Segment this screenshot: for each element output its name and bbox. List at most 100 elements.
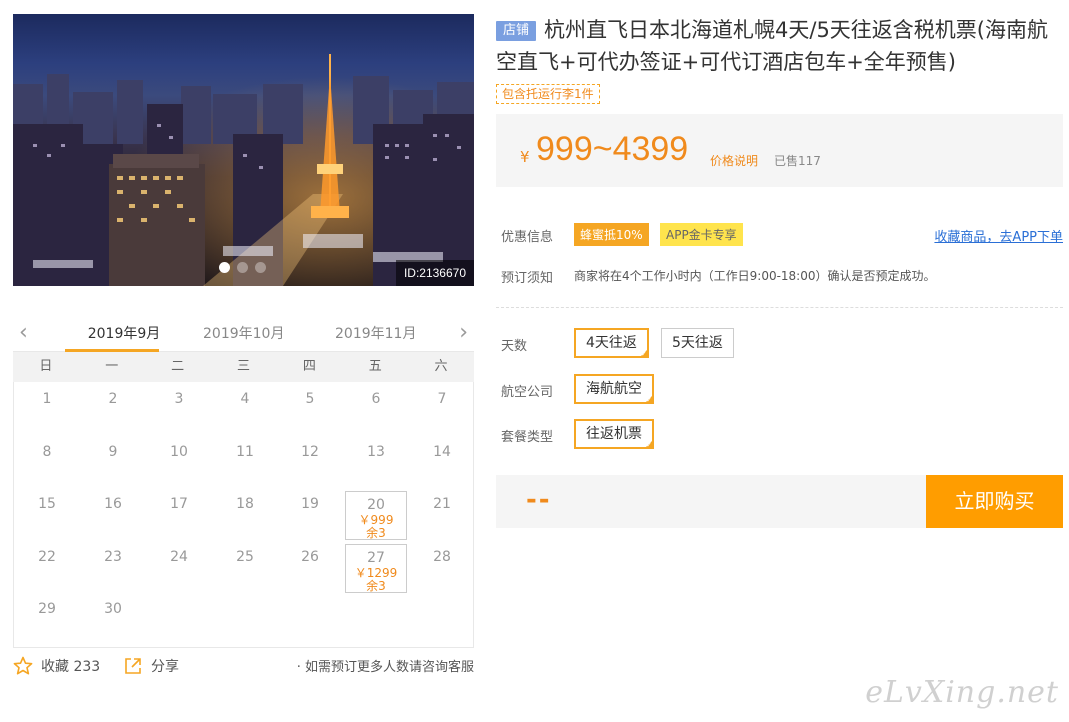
weekday-label: 日 xyxy=(39,359,53,374)
day-number: 2 xyxy=(108,391,118,407)
image-id-badge: ID:2136670 xyxy=(395,260,474,286)
day-number: 21 xyxy=(433,496,451,512)
day-number: 3 xyxy=(174,391,184,407)
calendar-day: 26 xyxy=(279,544,341,593)
day-number: 19 xyxy=(301,496,319,512)
calendar-day-available[interactable]: 20 ￥999 余3 xyxy=(345,491,407,540)
calendar-day: 30 xyxy=(82,596,144,645)
calendar-day: 19 xyxy=(279,491,341,540)
weekday-label: 五 xyxy=(368,359,382,374)
calendar-day: 1 xyxy=(16,386,78,435)
calendar-day: 25 xyxy=(214,544,276,593)
favorite-button[interactable]: 收藏 233 xyxy=(13,656,100,676)
weekday-label: 一 xyxy=(105,359,119,374)
calendar-day: 2 xyxy=(82,386,144,435)
day-number: 29 xyxy=(38,601,56,617)
chevron-left-icon[interactable]: ‹ xyxy=(19,322,28,344)
action-bar: 收藏 233 分享 · 如需预订更多人数请咨询客服 xyxy=(13,656,474,680)
active-month-underline xyxy=(65,349,159,352)
day-number: 12 xyxy=(301,444,319,460)
day-number: 28 xyxy=(433,549,451,565)
favorite-app-link[interactable]: 收藏商品，去APP下单 xyxy=(934,226,1063,245)
favorite-label: 收藏 233 xyxy=(41,659,101,675)
carousel-dot[interactable] xyxy=(255,262,266,273)
city-night-illustration xyxy=(13,14,474,286)
carousel-dot[interactable] xyxy=(237,262,248,273)
calendar-day: 15 xyxy=(16,491,78,540)
day-number: 4 xyxy=(240,391,250,407)
carousel-dots xyxy=(219,262,266,273)
weekday-label: 二 xyxy=(171,359,185,374)
total-price: -- xyxy=(526,485,552,515)
tab-month-sep[interactable]: 2019年9月 xyxy=(77,323,171,343)
day-number: 8 xyxy=(42,444,52,460)
promo-tag-app-gold: APP金卡专享 xyxy=(660,223,743,246)
option-package[interactable]: 往返机票 xyxy=(574,419,654,450)
notice-text: 商家将在4个工作小时内（工作日9:00-18:00）确认是否预定成功。 xyxy=(574,269,936,283)
promo-tag-honey: 蜂蜜抵10% xyxy=(574,223,649,246)
day-number: 23 xyxy=(104,549,122,565)
day-number: 13 xyxy=(367,444,385,460)
calendar-day-grid: 1 2 3 4 5 6 7 8 9 10 11 12 13 14 15 16 17 18 19 20 ￥999 余3 21 2… xyxy=(13,382,474,648)
day-stock: 余3 xyxy=(366,579,386,593)
site-watermark: eLvXing.net xyxy=(865,675,1059,710)
day-number: 1 xyxy=(42,391,52,407)
calendar-day: 3 xyxy=(148,386,210,435)
weekday-header: 日 一 二 三 四 五 六 xyxy=(13,352,474,382)
calendar-day: 22 xyxy=(16,544,78,593)
section-divider xyxy=(496,307,1063,308)
airline-label: 航空公司 xyxy=(501,385,554,400)
calendar-day: 21 xyxy=(411,491,473,540)
option-4-days[interactable]: 4天往返 xyxy=(574,328,649,359)
day-number: 25 xyxy=(236,549,254,565)
day-number: 6 xyxy=(371,391,381,407)
weekday-label: 三 xyxy=(236,359,250,374)
day-number: 10 xyxy=(170,444,188,460)
day-number: 18 xyxy=(236,496,254,512)
day-number: 14 xyxy=(433,444,451,460)
calendar-day: 7 xyxy=(411,386,473,435)
calendar-day: 6 xyxy=(345,386,407,435)
calendar-day: 24 xyxy=(148,544,210,593)
weekday-label: 六 xyxy=(434,359,448,374)
option-airline[interactable]: 海航航空 xyxy=(574,374,654,405)
weekday-label: 四 xyxy=(302,359,316,374)
product-info: 店铺 杭州直飞日本北海道札幌4天/5天往返含税机票(海南航空直飞+可代办签证+可代… xyxy=(496,14,1063,528)
date-calendar: ‹ 2019年9月 2019年10月 2019年11月 › 日 一 二 三 四 … xyxy=(13,316,474,648)
day-number: 11 xyxy=(236,444,254,460)
notice-label: 预订须知 xyxy=(501,271,554,286)
product-title: 杭州直飞日本北海道札幌4天/5天往返含税机票(海南航空直飞+可代办签证+可代订酒… xyxy=(496,18,1049,74)
price-explain-link[interactable]: 价格说明 xyxy=(710,152,758,169)
calendar-day: 12 xyxy=(279,439,341,488)
day-number: 5 xyxy=(305,391,315,407)
calendar-day: 8 xyxy=(16,439,78,488)
days-label: 天数 xyxy=(501,339,528,354)
currency-symbol: ¥ xyxy=(520,148,530,166)
calendar-day: 13 xyxy=(345,439,407,488)
day-stock: 余3 xyxy=(366,526,386,540)
option-5-days[interactable]: 5天往返 xyxy=(661,328,734,358)
calendar-day: 23 xyxy=(82,544,144,593)
calendar-day: 5 xyxy=(279,386,341,435)
calendar-day: 29 xyxy=(16,596,78,645)
day-number: 22 xyxy=(38,549,56,565)
tab-month-oct[interactable]: 2019年10月 xyxy=(203,323,284,343)
carousel-dot[interactable] xyxy=(219,262,230,273)
calendar-day: 4 xyxy=(214,386,276,435)
package-label: 套餐类型 xyxy=(501,430,554,445)
day-number: 26 xyxy=(301,549,319,565)
tab-month-nov[interactable]: 2019年11月 xyxy=(335,323,416,343)
calendar-day: 17 xyxy=(148,491,210,540)
calendar-day: 10 xyxy=(148,439,210,488)
chevron-right-icon[interactable]: › xyxy=(459,322,468,344)
contact-note: · 如需预订更多人数请咨询客服 xyxy=(296,660,474,675)
product-hero-image[interactable]: ID:2136670 xyxy=(13,14,474,286)
price-box: ¥ 999~4399 价格说明 已售117 xyxy=(496,114,1063,187)
buy-now-button[interactable]: 立即购买 xyxy=(926,475,1063,528)
calendar-day-available[interactable]: 27 ￥1299 余3 xyxy=(345,544,407,593)
calendar-day: 14 xyxy=(411,439,473,488)
calendar-day: 9 xyxy=(82,439,144,488)
share-button[interactable]: 分享 xyxy=(123,656,179,676)
day-number: 15 xyxy=(38,496,56,512)
star-icon xyxy=(13,656,33,675)
